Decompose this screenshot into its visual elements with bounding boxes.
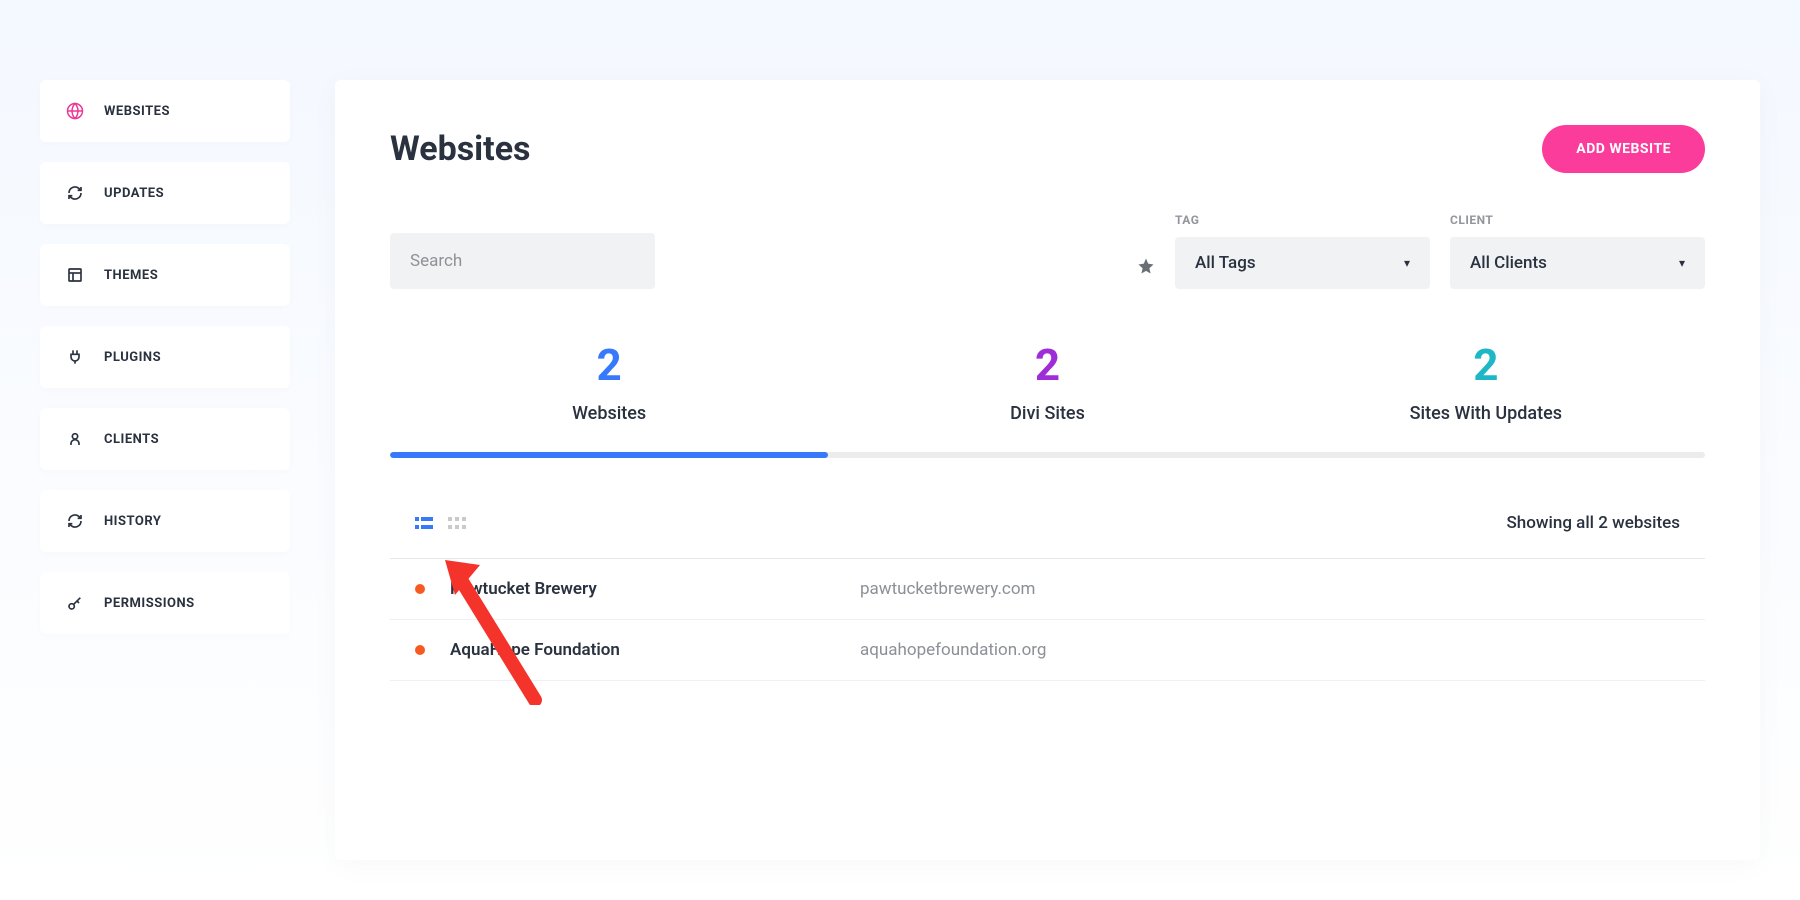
sidebar-item-history[interactable]: HISTORY [40,490,290,552]
sidebar-item-label: PLUGINS [104,350,161,365]
main-content: Websites ADD WEBSITE TAG All Tags ▾ CLIE… [335,80,1760,860]
list-header: Showing all 2 websites [390,513,1705,533]
stat-divi-sites[interactable]: 2 Divi Sites [828,339,1266,452]
stats-progress-bar [390,452,1705,458]
list-view-toggle[interactable] [415,517,433,529]
stat-updates-value: 2 [1267,339,1705,391]
filter-row: TAG All Tags ▾ CLIENT All Clients ▾ [390,213,1705,289]
sidebar-item-label: HISTORY [104,514,161,529]
view-toggles [415,517,466,529]
website-row[interactable]: Pawtucket Brewery pawtucketbrewery.com [390,559,1705,620]
website-name: AquaHope Foundation [450,640,860,660]
client-select-value: All Clients [1470,253,1547,273]
sidebar-item-permissions[interactable]: PERMISSIONS [40,572,290,634]
sidebar: WEBSITES UPDATES THEMES PLUGINS CLIENTS … [40,80,290,860]
status-dot-icon [415,645,425,655]
add-website-button[interactable]: ADD WEBSITE [1542,125,1705,173]
user-icon [66,430,84,448]
sidebar-item-label: PERMISSIONS [104,596,195,611]
website-name: Pawtucket Brewery [450,579,860,599]
sidebar-item-themes[interactable]: THEMES [40,244,290,306]
search-input[interactable] [390,233,655,289]
header-row: Websites ADD WEBSITE [390,125,1705,173]
website-url: pawtucketbrewery.com [860,579,1035,599]
client-select[interactable]: All Clients ▾ [1450,237,1705,289]
stats-progress-fill [390,452,828,458]
sidebar-item-label: UPDATES [104,186,164,201]
layout-icon [66,266,84,284]
stat-websites-label: Websites [390,403,828,424]
tag-filter-group: TAG All Tags ▾ [1175,213,1430,289]
stat-divi-value: 2 [828,339,1266,391]
grid-icon [448,517,466,529]
stat-updates-label: Sites With Updates [1267,403,1705,424]
website-row[interactable]: AquaHope Foundation aquahopefoundation.o… [390,620,1705,681]
sidebar-item-plugins[interactable]: PLUGINS [40,326,290,388]
page-title: Websites [390,129,531,169]
globe-icon [66,102,84,120]
star-filter[interactable] [1137,257,1155,289]
plug-icon [66,348,84,366]
status-dot-icon [415,584,425,594]
grid-view-toggle[interactable] [448,517,466,529]
key-icon [66,594,84,612]
chevron-down-icon: ▾ [1404,256,1410,270]
stats-row: 2 Websites 2 Divi Sites 2 Sites With Upd… [390,339,1705,452]
sidebar-item-label: THEMES [104,268,158,283]
chevron-down-icon: ▾ [1679,256,1685,270]
tag-filter-label: TAG [1175,213,1430,227]
client-filter-group: CLIENT All Clients ▾ [1450,213,1705,289]
stat-websites[interactable]: 2 Websites [390,339,828,452]
star-icon [1137,257,1155,275]
showing-count: Showing all 2 websites [1507,513,1680,533]
stat-websites-value: 2 [390,339,828,391]
sidebar-item-websites[interactable]: WEBSITES [40,80,290,142]
sidebar-item-label: CLIENTS [104,432,159,447]
stat-updates[interactable]: 2 Sites With Updates [1267,339,1705,452]
sidebar-item-updates[interactable]: UPDATES [40,162,290,224]
list-icon [415,517,433,529]
stat-divi-label: Divi Sites [828,403,1266,424]
tag-select[interactable]: All Tags ▾ [1175,237,1430,289]
website-url: aquahopefoundation.org [860,640,1046,660]
sidebar-item-label: WEBSITES [104,104,170,119]
sidebar-item-clients[interactable]: CLIENTS [40,408,290,470]
client-filter-label: CLIENT [1450,213,1705,227]
refresh-icon [66,512,84,530]
refresh-icon [66,184,84,202]
tag-select-value: All Tags [1195,253,1256,273]
